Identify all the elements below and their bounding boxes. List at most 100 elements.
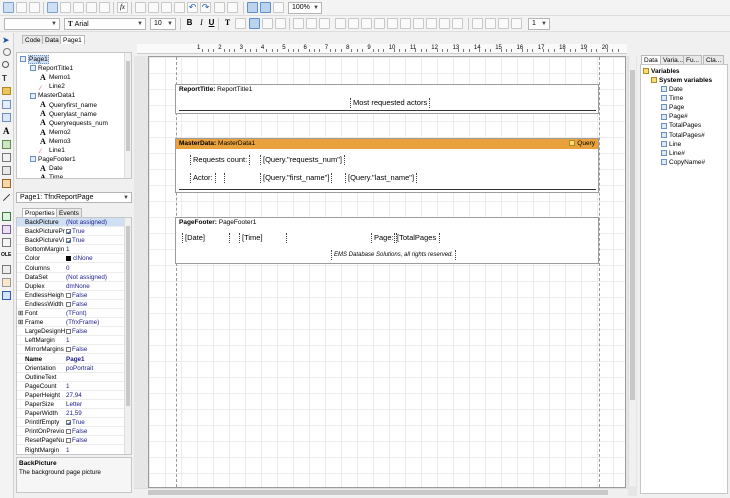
new-report-icon[interactable] xyxy=(47,2,58,13)
save-icon[interactable] xyxy=(29,2,40,13)
tree-item[interactable]: ∕ Line2 xyxy=(40,82,65,91)
variable-item[interactable]: CopyName# xyxy=(661,158,705,167)
property-value[interactable]: dmNone xyxy=(66,282,90,290)
pen-color-icon[interactable] xyxy=(485,18,496,29)
align-grid-icon[interactable] xyxy=(260,2,271,13)
tree-item[interactable]: PageFooter1 xyxy=(30,155,76,164)
highlight-icon[interactable] xyxy=(235,18,246,29)
inspector-scrollbar[interactable] xyxy=(124,218,131,454)
checkbox[interactable] xyxy=(66,292,71,298)
property-row[interactable]: EndlessWidth False xyxy=(17,300,125,309)
property-row[interactable]: PageCount 1 xyxy=(17,382,125,391)
time-memo[interactable]: [Time] xyxy=(239,233,287,243)
property-row[interactable]: Orientation poPortrait xyxy=(17,364,125,373)
open-icon[interactable] xyxy=(16,2,27,13)
tree-item[interactable]: MasterData1 xyxy=(30,91,75,100)
tree-item[interactable]: A Memo2 xyxy=(40,128,71,137)
master-line[interactable] xyxy=(179,189,596,190)
tree-item[interactable]: ∕ Line1 xyxy=(40,146,65,155)
zoom-combo[interactable]: 100% ▼ xyxy=(288,2,322,14)
property-value[interactable]: 21,59 xyxy=(66,409,82,417)
checkbox[interactable] xyxy=(66,228,71,234)
frame-width-icon[interactable] xyxy=(439,18,450,29)
new-icon[interactable] xyxy=(3,2,14,13)
requests-label-memo[interactable]: Requests count: xyxy=(190,155,251,165)
tree-item[interactable]: Page1 xyxy=(20,55,49,64)
property-value[interactable]: True xyxy=(66,227,85,235)
tree-item[interactable]: A Querylast_name xyxy=(40,110,97,119)
grid-icon[interactable] xyxy=(247,2,258,13)
property-row[interactable]: PaperSize Letter xyxy=(17,400,125,410)
tree-item[interactable]: A Queryrequests_num xyxy=(40,119,108,128)
master-data-band[interactable]: MasterData: MasterData1 Query xyxy=(175,138,599,193)
group-icon[interactable] xyxy=(214,2,225,13)
title-memo[interactable]: Most requested actors xyxy=(350,98,431,108)
property-row[interactable]: BottomMargin 1 xyxy=(17,245,125,255)
tab-events[interactable]: Events xyxy=(56,208,82,217)
property-value[interactable]: True xyxy=(66,418,85,426)
property-value[interactable]: 1 xyxy=(66,446,70,454)
property-row[interactable]: ResetPageNu False xyxy=(17,436,125,446)
memo-tool-icon[interactable]: A xyxy=(3,126,10,136)
property-value[interactable]: 0 xyxy=(66,264,70,272)
subreport-tool-icon[interactable] xyxy=(2,153,11,162)
text-tool-icon[interactable]: T xyxy=(2,74,7,83)
variable-item[interactable]: Line# xyxy=(661,149,685,158)
property-row[interactable]: LeftMargin 1 xyxy=(17,336,125,346)
bold-icon[interactable]: B xyxy=(184,18,195,29)
redo-icon[interactable]: ↷ xyxy=(200,2,211,13)
tab-properties[interactable]: Properties xyxy=(22,208,58,217)
chart-tool-icon[interactable] xyxy=(2,225,11,234)
frame-left-icon[interactable] xyxy=(361,18,372,29)
property-value[interactable]: 1 xyxy=(66,382,70,390)
system-variables-group[interactable]: System variables xyxy=(651,76,712,85)
page-label-memo[interactable]: Page: xyxy=(371,233,397,243)
fill-icon[interactable] xyxy=(472,18,483,29)
font-name-combo[interactable]: T Arial ▼ xyxy=(64,18,146,30)
copyright-memo[interactable]: EMS Database Solutions, all rights reser… xyxy=(331,250,457,260)
checkbox[interactable] xyxy=(66,420,71,426)
property-row[interactable]: BackPicture (Not assigned) xyxy=(17,218,125,228)
gradient-tool-icon[interactable] xyxy=(2,291,11,300)
checkbox[interactable] xyxy=(66,438,71,444)
checkbox[interactable] xyxy=(66,329,71,335)
align-right-icon[interactable] xyxy=(275,18,286,29)
variable-item[interactable]: Time xyxy=(661,94,683,103)
select-tool-icon[interactable]: ➤ xyxy=(2,35,10,46)
property-value[interactable]: clNone xyxy=(66,254,93,262)
designer-hscroll[interactable] xyxy=(134,488,628,496)
property-row[interactable]: PaperHeight 27,94 xyxy=(17,391,125,400)
line-style-icon[interactable] xyxy=(511,18,522,29)
font-size-combo[interactable]: 10 ▼ xyxy=(150,18,176,30)
line-width-combo[interactable]: 1 ▼ xyxy=(528,18,550,30)
property-row[interactable]: RightMargin 1 xyxy=(17,446,125,454)
line-tool-icon[interactable] xyxy=(2,193,11,202)
preview-icon[interactable] xyxy=(99,2,110,13)
expand-icon[interactable]: ⊞ xyxy=(18,309,23,317)
property-row[interactable]: OutlineText xyxy=(17,373,125,382)
right-tab[interactable]: Data xyxy=(641,55,661,64)
zoom-tool-icon[interactable] xyxy=(2,61,9,68)
align-middle-icon[interactable] xyxy=(306,18,317,29)
tab-page1[interactable]: Page1 xyxy=(60,35,85,44)
line-color-icon[interactable] xyxy=(498,18,509,29)
property-value[interactable]: False xyxy=(66,300,87,308)
barcode-tool-icon[interactable] xyxy=(2,238,11,247)
property-value[interactable]: False xyxy=(66,291,87,299)
picture-tool-icon[interactable] xyxy=(2,140,11,149)
hand-tool-icon[interactable] xyxy=(3,48,11,56)
requests-field-memo[interactable]: [Query."requests_num"] xyxy=(260,155,345,165)
total-pages-memo[interactable]: [TotalPages xyxy=(394,233,440,243)
tree-item[interactable]: A Time xyxy=(40,173,63,178)
table-tool-icon[interactable] xyxy=(2,166,11,175)
crossview-tool-icon[interactable] xyxy=(2,278,11,287)
format-painter-icon[interactable] xyxy=(2,87,11,95)
new-dialog-icon[interactable] xyxy=(60,2,71,13)
cut-icon[interactable] xyxy=(135,2,146,13)
property-value[interactable]: 1 xyxy=(66,245,70,253)
undo-icon[interactable]: ↶ xyxy=(187,2,198,13)
tree-item[interactable]: ReportTitle1 xyxy=(30,64,73,73)
expand-icon[interactable]: ⊞ xyxy=(18,318,23,326)
tree-item[interactable]: A Queryfirst_name xyxy=(40,101,97,110)
property-row[interactable]: ⊞ Frame (TfrxFrame) xyxy=(17,318,125,328)
